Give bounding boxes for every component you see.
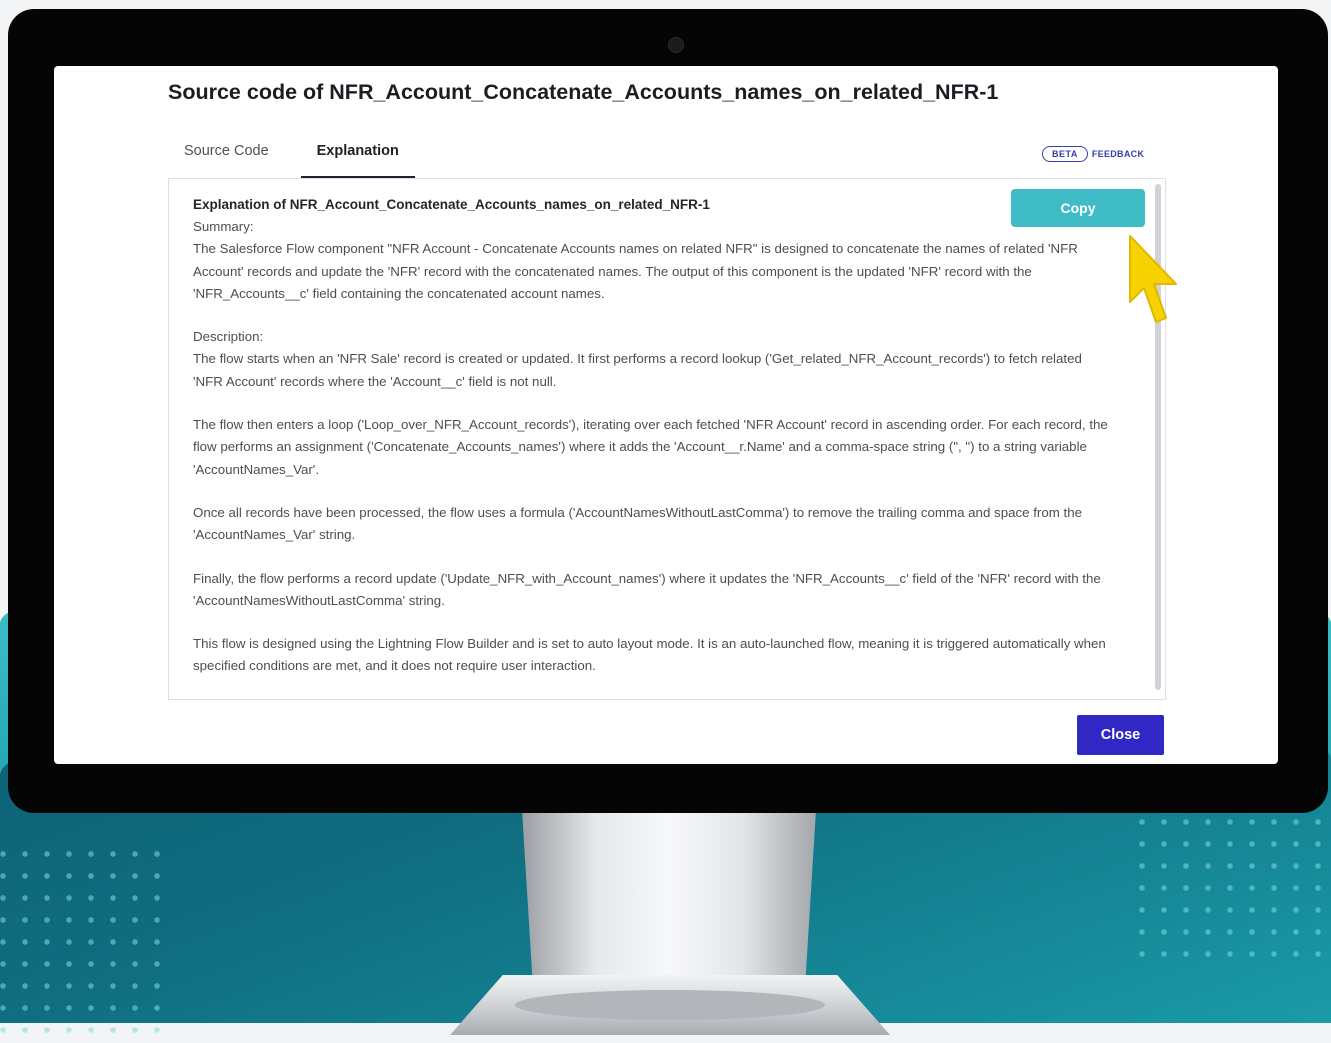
description-paragraph: The flow then enters a loop ('Loop_over_… [193, 417, 1108, 477]
description-paragraph: Once all records have been processed, th… [193, 504, 1082, 543]
cursor-pointer-icon [1129, 235, 1177, 323]
tab-explanation[interactable]: Explanation [300, 140, 415, 179]
beta-badge: BETA [1042, 146, 1088, 162]
modal-tabs: Source Code Explanation [184, 140, 415, 179]
explanation-content: Explanation of NFR_Account_Concatenate_A… [193, 197, 1109, 699]
background-dots-left [0, 843, 170, 1043]
monitor-stand-base-highlight [515, 990, 825, 1020]
description-paragraph: The flow starts when an 'NFR Sale' recor… [193, 351, 1082, 389]
beta-feedback-link[interactable]: BETA FEEDBACK [1042, 146, 1144, 162]
explanation-heading: Explanation of NFR_Account_Concatenate_A… [193, 197, 710, 212]
summary-label: Summary: [193, 219, 254, 234]
feedback-label: FEEDBACK [1091, 149, 1145, 159]
close-button[interactable]: Close [1077, 715, 1164, 755]
tab-source-code[interactable]: Source Code [184, 140, 285, 176]
explanation-panel: Explanation of NFR_Account_Concatenate_A… [168, 178, 1166, 700]
description-paragraph: Finally, the flow performs a record upda… [193, 570, 1101, 608]
copy-button[interactable]: Copy [1011, 189, 1145, 227]
monitor-stand-neck [522, 810, 816, 1000]
modal-title: Source code of NFR_Account_Concatenate_A… [168, 80, 999, 104]
webcam-icon [668, 37, 684, 53]
description-label: Description: [193, 329, 264, 345]
modal-window: Source code of NFR_Account_Concatenate_A… [54, 66, 1278, 764]
description-paragraph: This flow is designed using the Lightnin… [193, 636, 1106, 674]
summary-text: The Salesforce Flow component "NFR Accou… [193, 241, 1078, 301]
